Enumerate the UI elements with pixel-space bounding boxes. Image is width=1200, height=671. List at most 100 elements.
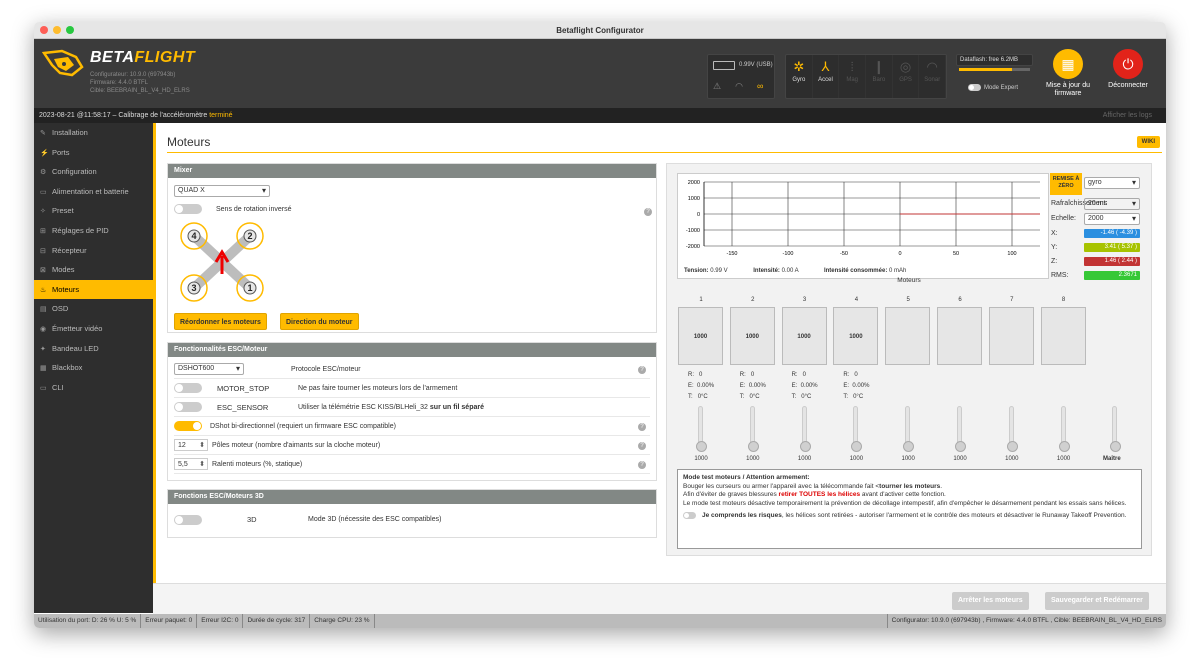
motor-idle-input[interactable]: 5,5: [174, 458, 208, 470]
mixer-panel: Mixer QUAD X Sens de rotation inversé ?: [167, 163, 657, 333]
sidebar-item-modes[interactable]: ⊠ Modes: [34, 260, 153, 280]
disconnect-button[interactable]: ⏻ Déconnecter: [1098, 49, 1158, 90]
sidebar-item-osd[interactable]: ▤ OSD: [34, 299, 153, 319]
refresh-select[interactable]: 20 ms: [1084, 198, 1140, 210]
battery-panel: 0.99V (USB) ⚠ ◠ ∞: [707, 54, 775, 99]
motor-slider-value: 1000: [797, 456, 812, 462]
sidebar-item-alimentation-et-batterie[interactable]: ▭ Alimentation et batterie: [34, 182, 153, 202]
motor-slider-5[interactable]: [903, 406, 915, 452]
esc-3d-panel: Fonctions ESC/Moteurs 3D 3D Mode 3D (néc…: [167, 489, 657, 538]
maximize-window-button[interactable]: [66, 26, 74, 34]
reset-button[interactable]: REMISE À ZÉRO: [1050, 173, 1082, 195]
motor-column-2: 2 1000 R: 0 E: 0.00% T: 0°C: [729, 297, 776, 403]
version-status: Configurator: 10.9.0 (697943b) , Firmwar…: [886, 614, 1166, 628]
motor-slider-6[interactable]: [955, 406, 966, 452]
graph-x-tick: 50: [953, 251, 959, 257]
motor-slider-2[interactable]: [747, 406, 759, 452]
scale-select[interactable]: 2000: [1084, 213, 1140, 225]
sidebar-item-configuration[interactable]: ⚙ Configuration: [34, 162, 153, 182]
sidebar-item-r-cepteur[interactable]: ⊟ Récepteur: [34, 241, 153, 261]
gear-icon: ⚙: [40, 169, 47, 177]
motor-slider-value: 1000: [1056, 456, 1071, 462]
consumed-value: 0 mAh: [889, 268, 907, 274]
motor-column-6: 6: [937, 297, 983, 365]
sensor-graph: 2000 1000 0 -1000 -2000 -150 -100 -50 0 50 100 Ten…: [677, 173, 1049, 279]
motor-slider-4[interactable]: [851, 406, 863, 452]
window-title: Betaflight Configurator: [556, 26, 644, 35]
master-slider[interactable]: [1110, 406, 1121, 452]
bidir-dshot-toggle[interactable]: [174, 421, 202, 431]
motor-value-box: [988, 307, 1034, 365]
motor-slider-8[interactable]: [1058, 406, 1070, 452]
minimize-window-button[interactable]: [53, 26, 61, 34]
expert-toggle-switch[interactable]: [968, 84, 981, 91]
motor-telemetry: R: 0 E: 0.00% T: 0°C: [791, 372, 818, 400]
action-bar: Arrêter les moteurs Sauvegarder et Redém…: [153, 583, 1166, 614]
log-message: 2023-08-21 @11:58:17 – Calibrage de l'ac…: [39, 112, 208, 119]
motor-value-box: 1000: [729, 307, 775, 365]
confirm-risks-toggle[interactable]: [683, 512, 696, 520]
graph-x-tick: -50: [840, 251, 848, 257]
help-icon[interactable]: ?: [638, 423, 646, 431]
sidebar: ✎ Installation ⚡ Ports ⚙ Configuration ▭ Alimen…: [34, 123, 153, 613]
sidebar-item--metteur-vid-o[interactable]: ◉ Émetteur vidéo: [34, 319, 153, 339]
stop-motors-button[interactable]: Arrêter les moteurs: [952, 592, 1029, 610]
log-status: terminé: [209, 112, 233, 119]
warning-icon: ⚠: [713, 81, 722, 91]
reorder-motors-button[interactable]: Réordonner les moteurs: [174, 313, 267, 330]
motor-number: 7: [1010, 297, 1014, 303]
gps-icon: ◎: [899, 59, 912, 74]
sidebar-item-bandeau-led[interactable]: ✦ Bandeau LED: [34, 339, 153, 359]
tension-value: 0.99 V: [710, 268, 728, 274]
sidebar-item-r-glages-de-pid[interactable]: ⊞ Réglages de PID: [34, 221, 153, 241]
motor-slider-value: 1000: [746, 456, 760, 462]
motor-label-4: 4: [191, 231, 196, 241]
3d-label: 3D: [247, 515, 257, 524]
motor-direction-button[interactable]: Direction du moteur: [280, 313, 359, 330]
motor-column-1: 1 1000 R: 0 E: 0.00% T: 0°C: [678, 297, 724, 403]
esc-sensor-toggle[interactable]: [174, 402, 202, 412]
disconnect-label: Déconnecter: [1108, 82, 1148, 89]
help-icon[interactable]: ?: [638, 366, 646, 374]
motor-stop-toggle[interactable]: [174, 383, 202, 393]
mixer-select[interactable]: QUAD X: [174, 185, 270, 197]
expert-mode-toggle[interactable]: Mode Expert: [968, 84, 1018, 91]
reading-value: 1.46 ( 2.44 ): [1084, 257, 1140, 266]
motor-number: 3: [802, 297, 807, 303]
help-icon[interactable]: ?: [638, 461, 646, 469]
help-icon[interactable]: ?: [638, 442, 646, 450]
led-icon: ✦: [40, 345, 46, 353]
motor-slider-7[interactable]: [1006, 406, 1018, 452]
sidebar-item-cli[interactable]: ▭ CLI: [34, 378, 153, 398]
main-content: Moteurs WIKI Mixer QUAD X Sens de rotati…: [153, 123, 1166, 614]
wiki-button[interactable]: WIKI: [1136, 136, 1160, 148]
firmware-update-button[interactable]: ▦ Mise à jour du firmware: [1038, 49, 1098, 98]
sonar-icon: ◠: [926, 59, 938, 74]
motor-telemetry: R: 0 E: 0.00% T: 0°C: [843, 372, 870, 400]
wrench-icon: ✎: [40, 130, 46, 137]
sidebar-item-preset[interactable]: ✧ Preset: [34, 201, 153, 221]
receiver-icon: ⊟: [40, 247, 46, 255]
sidebar-item-moteurs[interactable]: ♨ Moteurs: [34, 279, 153, 300]
graph-source-select[interactable]: gyro: [1084, 177, 1140, 189]
3d-mode-toggle[interactable]: [174, 514, 202, 525]
help-icon[interactable]: ?: [644, 208, 652, 216]
motor-slider-1[interactable]: [696, 406, 707, 452]
sidebar-item-ports[interactable]: ⚡ Ports: [34, 143, 153, 163]
sidebar-item-blackbox[interactable]: ▦ Blackbox: [34, 358, 153, 378]
accel-icon: ⅄: [821, 59, 830, 74]
motor-poles-input[interactable]: 12: [174, 439, 208, 451]
battery-icon: ▭: [40, 188, 47, 196]
motor-column-5: 5: [885, 297, 931, 365]
motor-column-3: 3 1000 R: 0 E: 0.00% T: 0°C: [781, 297, 828, 403]
motor-label-1: 1: [247, 283, 252, 293]
save-reboot-button[interactable]: Sauvegarder et Redémarrer: [1045, 592, 1149, 610]
reading-value: -1.46 ( -4.39 ): [1084, 229, 1140, 238]
motor-slider-3[interactable]: [799, 406, 811, 452]
sidebar-item-installation[interactable]: ✎ Installation: [34, 123, 153, 143]
motor-slider-value: 1000: [953, 456, 967, 462]
esc-protocol-select[interactable]: DSHOT600: [174, 363, 244, 375]
show-logs-link[interactable]: Afficher les logs: [1103, 108, 1152, 123]
close-window-button[interactable]: [40, 26, 48, 34]
reverse-rotation-toggle[interactable]: [174, 204, 202, 214]
